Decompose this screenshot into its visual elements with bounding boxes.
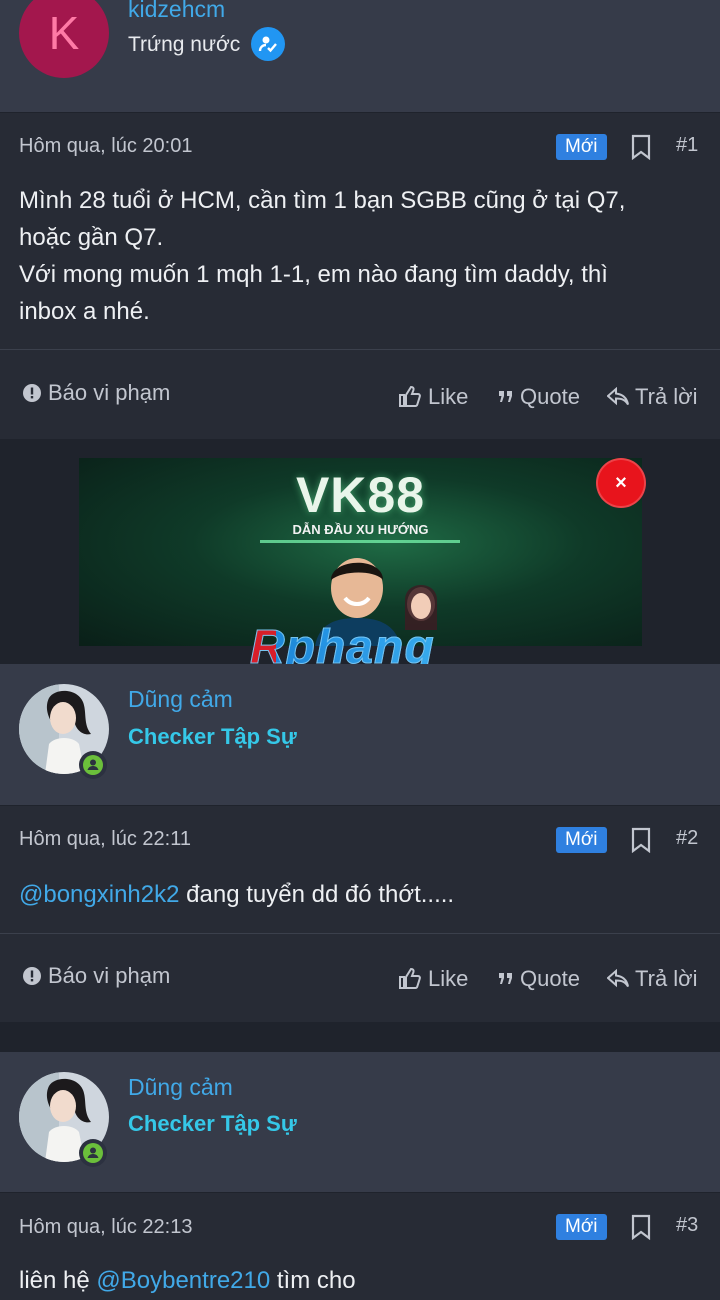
user-title: Trứng nước	[128, 33, 241, 56]
username[interactable]: Dũng cảm	[128, 1074, 233, 1101]
ad-close-button[interactable]: ×	[596, 458, 646, 508]
post-line: Với mong muốn 1 mqh 1-1, em nào đang tìm…	[19, 261, 608, 288]
ad-tagline: DẪN ĐẦU XU HƯỚNG	[292, 522, 429, 537]
post-timestamp[interactable]: Hôm qua, lúc 22:13	[19, 1216, 192, 1239]
like-label: Like	[428, 384, 469, 409]
user-title: Checker Tập Sự	[128, 724, 297, 749]
post-line: inbox a nhé.	[19, 298, 150, 325]
quote-icon	[499, 973, 512, 984]
bookmark-icon[interactable]	[630, 134, 652, 160]
user-mention-link[interactable]: @Boybentre210	[96, 1267, 270, 1294]
quote-label: Quote	[520, 384, 580, 409]
username[interactable]: kidzehcm	[128, 0, 225, 23]
username[interactable]: Dũng cảm	[128, 686, 233, 713]
like-label: Like	[428, 966, 469, 991]
quote-button[interactable]: Quote	[498, 966, 580, 992]
bookmark-icon[interactable]	[630, 1214, 652, 1240]
online-status-icon	[79, 1139, 107, 1167]
post-text: liên hệ	[19, 1267, 97, 1294]
thumbs-up-icon	[399, 385, 421, 407]
like-button[interactable]: Like	[398, 384, 468, 410]
post-line: hoặc gần Q7.	[19, 224, 164, 251]
new-badge: Mới	[556, 827, 607, 853]
post-text: tìm cho	[270, 1267, 356, 1294]
new-badge: Mới	[556, 1214, 607, 1240]
user-mention-link[interactable]: @bongxinh2k2	[19, 881, 179, 908]
online-status-icon	[79, 751, 107, 779]
reply-label: Trả lời	[635, 384, 698, 409]
user-check-icon	[251, 27, 285, 61]
report-label: Báo vi phạm	[48, 963, 171, 988]
alert-icon	[23, 384, 41, 402]
post-1-user-header	[0, 0, 720, 112]
post-number[interactable]: #3	[676, 1214, 698, 1237]
divider	[0, 933, 720, 934]
post-content: Mình 28 tuổi ở HCM, cần tìm 1 bạn SGBB c…	[19, 182, 709, 330]
thumbs-up-icon	[399, 967, 421, 989]
ad-banner[interactable]: VK88 DẪN ĐẦU XU HƯỚNG	[79, 458, 642, 646]
post-timestamp[interactable]: Hôm qua, lúc 20:01	[19, 135, 192, 158]
post-content: liên hệ @Boybentre210 tìm cho	[19, 1262, 709, 1299]
reply-icon	[607, 387, 629, 406]
post-number[interactable]: #2	[676, 827, 698, 850]
reply-icon	[607, 969, 629, 988]
bookmark-icon[interactable]	[630, 827, 652, 853]
reply-button[interactable]: Trả lời	[607, 384, 698, 410]
quote-button[interactable]: Quote	[498, 384, 580, 410]
quote-icon	[499, 391, 512, 402]
new-badge: Mới	[556, 134, 607, 160]
ad-glow-line	[260, 540, 460, 543]
post-content: @bongxinh2k2 đang tuyển dd đó thớt.....	[19, 876, 709, 913]
alert-icon	[23, 967, 41, 985]
reply-button[interactable]: Trả lời	[607, 966, 698, 992]
post-number[interactable]: #1	[676, 134, 698, 157]
user-title: Checker Tập Sự	[128, 1111, 297, 1136]
like-button[interactable]: Like	[398, 966, 468, 992]
ad-title: VK88	[295, 467, 426, 523]
post-text: đang tuyển dd đó thớt.....	[179, 881, 455, 908]
report-label: Báo vi phạm	[48, 380, 171, 405]
quote-label: Quote	[520, 966, 580, 991]
reply-label: Trả lời	[635, 966, 698, 991]
report-button[interactable]: Báo vi phạm	[22, 963, 170, 989]
post-timestamp[interactable]: Hôm qua, lúc 22:11	[19, 828, 191, 851]
post-line: Mình 28 tuổi ở HCM, cần tìm 1 bạn SGBB c…	[19, 187, 626, 214]
divider	[0, 349, 720, 350]
report-button[interactable]: Báo vi phạm	[22, 380, 170, 406]
